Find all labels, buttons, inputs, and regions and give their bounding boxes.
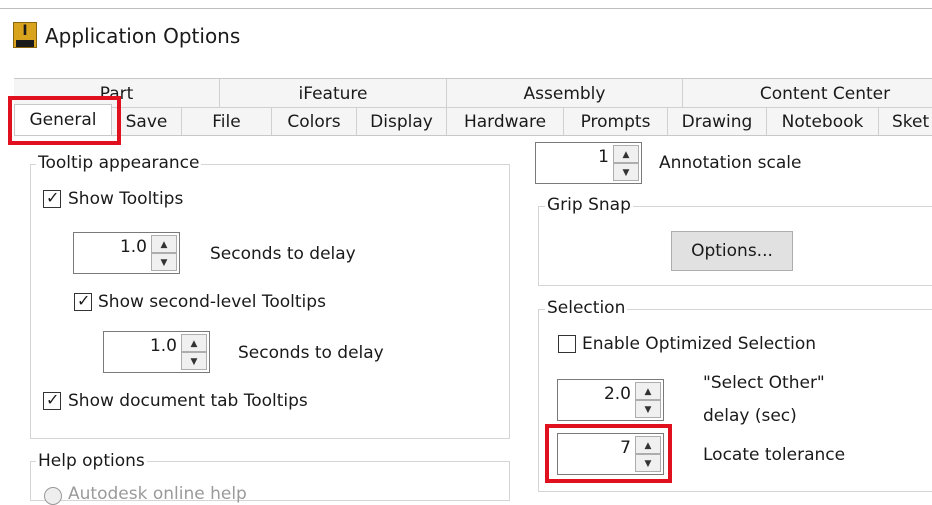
- annotation-scale-label: Annotation scale: [659, 153, 802, 173]
- help-online-radio[interactable]: [44, 487, 62, 505]
- spin-up-icon[interactable]: ▲: [613, 145, 639, 163]
- spin-up-icon[interactable]: ▲: [181, 334, 207, 352]
- inventor-app-icon: I: [13, 22, 37, 48]
- second-level-delay-label: Seconds to delay: [238, 343, 384, 363]
- check-icon: ✓: [46, 390, 60, 409]
- spin-up-icon[interactable]: ▲: [151, 235, 177, 253]
- locate-tolerance-label: Locate tolerance: [703, 445, 846, 465]
- show-tooltips-label: Show Tooltips: [68, 189, 184, 209]
- show-second-level-label: Show second-level Tooltips: [98, 292, 326, 312]
- spin-up-icon[interactable]: ▲: [635, 382, 661, 400]
- show-second-level-checkbox[interactable]: ✓: [74, 291, 92, 311]
- tab-notebook[interactable]: Notebook: [767, 108, 879, 136]
- tooltip-delay-label: Seconds to delay: [210, 244, 356, 264]
- enable-optimized-selection-label: Enable Optimized Selection: [582, 334, 817, 354]
- tab-hardware[interactable]: Hardware: [447, 108, 564, 136]
- tooltip-delay-value: 1.0: [119, 237, 147, 257]
- tab-file[interactable]: File: [182, 108, 272, 136]
- tab-ifeature[interactable]: iFeature: [220, 79, 447, 108]
- tab-assembly[interactable]: Assembly: [447, 79, 683, 108]
- window-top-border: [0, 8, 932, 9]
- tab-drawing[interactable]: Drawing: [668, 108, 767, 136]
- window-title: Application Options: [45, 24, 241, 48]
- spin-down-icon[interactable]: ▼: [613, 163, 639, 181]
- second-level-delay-value: 1.0: [149, 336, 177, 356]
- spin-down-icon[interactable]: ▼: [181, 352, 207, 370]
- selection-label: Selection: [545, 298, 628, 318]
- tooltip-delay-spinner[interactable]: 1.0 ▲ ▼: [73, 232, 180, 274]
- annotation-scale-value: 1: [598, 147, 609, 167]
- app-icon-letter: I: [22, 23, 28, 39]
- tab-display[interactable]: Display: [357, 108, 447, 136]
- tooltip-appearance-label: Tooltip appearance: [36, 153, 202, 173]
- enable-optimized-selection-checkbox[interactable]: [558, 335, 576, 353]
- spin-down-icon[interactable]: ▼: [151, 253, 177, 271]
- second-level-delay-spinner[interactable]: 1.0 ▲ ▼: [103, 331, 210, 373]
- tab-row-top: Part iFeature Assembly Content Center: [14, 78, 932, 108]
- help-online-label: Autodesk online help: [68, 484, 247, 504]
- grip-snap-options-button[interactable]: Options...: [671, 231, 793, 271]
- spin-down-icon[interactable]: ▼: [635, 400, 661, 418]
- tab-save[interactable]: Save: [112, 108, 182, 136]
- tab-colors[interactable]: Colors: [272, 108, 357, 136]
- show-doc-tab-checkbox[interactable]: ✓: [43, 390, 61, 410]
- check-icon: ✓: [77, 291, 91, 310]
- select-other-label-line1: "Select Other": [703, 373, 825, 393]
- show-tooltips-checkbox[interactable]: ✓: [43, 188, 61, 208]
- tab-content-center[interactable]: Content Center: [683, 79, 932, 108]
- select-other-delay-value: 2.0: [603, 384, 631, 404]
- check-icon: ✓: [46, 188, 60, 207]
- select-other-delay-spinner[interactable]: 2.0 ▲ ▼: [557, 379, 664, 421]
- select-other-label-line2: delay (sec): [703, 406, 797, 426]
- app-icon-badge: [16, 40, 34, 47]
- highlight-locate-tolerance: [545, 424, 672, 483]
- highlight-general-tab: [8, 96, 121, 145]
- grip-snap-label: Grip Snap: [545, 195, 633, 215]
- help-options-label: Help options: [36, 451, 147, 471]
- tab-prompts[interactable]: Prompts: [564, 108, 668, 136]
- show-doc-tab-label: Show document tab Tooltips: [68, 391, 308, 411]
- tab-row-bottom: General Save File Colors Display Hardwar…: [14, 104, 932, 138]
- tab-sketch[interactable]: Sket: [879, 108, 932, 136]
- annotation-scale-spinner[interactable]: 1 ▲ ▼: [535, 142, 642, 184]
